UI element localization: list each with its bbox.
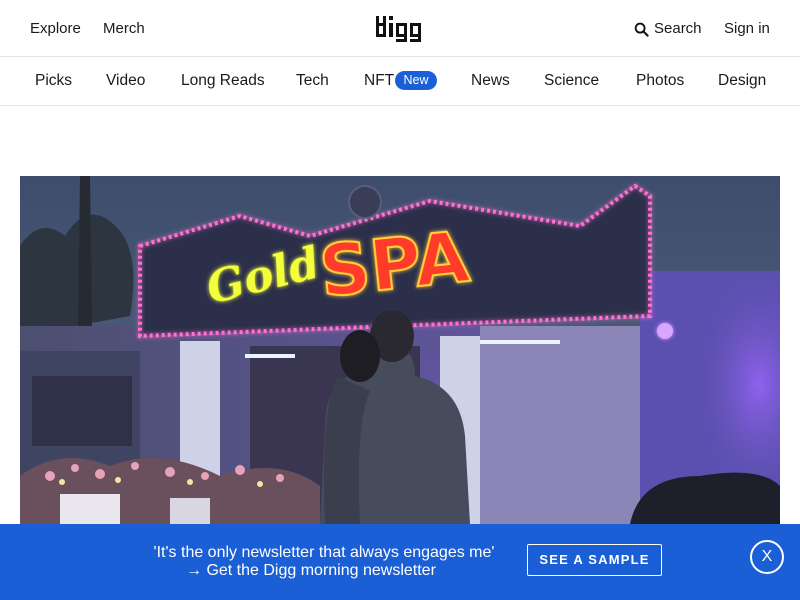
- search-button[interactable]: Search: [634, 20, 702, 38]
- hero-image[interactable]: Gold SPA: [20, 176, 780, 524]
- merch-link[interactable]: Merch: [103, 20, 145, 38]
- nft-new-badge: New: [395, 71, 437, 90]
- nav-item-photos[interactable]: Photos: [636, 72, 684, 90]
- newsletter-quote: 'It's the only newsletter that always en…: [153, 544, 495, 561]
- nav-item-picks[interactable]: Picks: [35, 72, 72, 90]
- digg-logo[interactable]: [375, 14, 425, 44]
- nav-item-design[interactable]: Design: [718, 72, 766, 90]
- sign-in-link[interactable]: Sign in: [724, 20, 770, 38]
- nav-item-science[interactable]: Science: [544, 72, 599, 90]
- see-a-sample-button[interactable]: SEE A SAMPLE: [527, 544, 662, 576]
- nav-item-nft[interactable]: NFT: [364, 72, 394, 90]
- newsletter-banner: 'It's the only newsletter that always en…: [0, 524, 800, 600]
- sign-spa-text: SPA: [316, 216, 473, 313]
- nav-item-tech[interactable]: Tech: [296, 72, 329, 90]
- explore-link[interactable]: Explore: [30, 20, 81, 38]
- nav-item-long-reads[interactable]: Long Reads: [181, 72, 265, 90]
- newsletter-subline[interactable]: → Get the Digg morning newsletter: [186, 562, 436, 580]
- top-bar: Explore Merch Search Sign in: [0, 0, 800, 57]
- nav-item-news[interactable]: News: [471, 72, 510, 90]
- nav-item-video[interactable]: Video: [106, 72, 145, 90]
- close-banner-button[interactable]: X: [750, 540, 784, 574]
- search-icon: [634, 22, 649, 37]
- search-label: Search: [654, 20, 702, 37]
